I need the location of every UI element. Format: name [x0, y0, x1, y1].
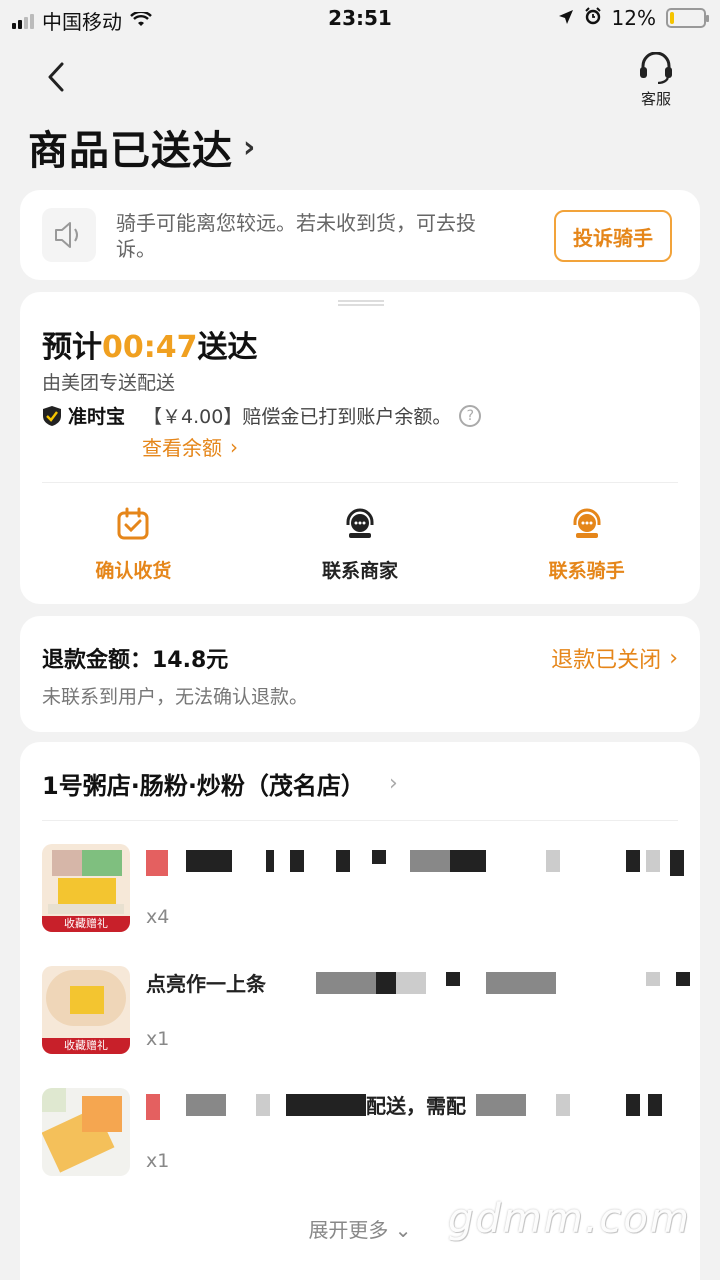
chevron-right-icon: ›	[243, 129, 257, 165]
refund-note: 未联系到用户，无法确认退款。	[42, 686, 309, 708]
item-name-mosaic: 点亮作一上条	[146, 968, 706, 998]
divider	[42, 482, 678, 483]
contact-rider-button[interactable]: 联系骑手	[473, 504, 700, 583]
chevron-right-icon: ›	[230, 434, 238, 459]
item-tag: 收藏赠礼	[42, 1038, 130, 1054]
refund-card: 退款金额：14.8元 退款已关闭 › 未联系到用户，无法确认退款。	[20, 616, 700, 732]
item-tag: 收藏赠礼	[42, 916, 130, 932]
chevron-down-icon: ⌄	[394, 1218, 412, 1242]
item-name-mosaic: 配送，需配	[146, 1090, 706, 1120]
refund-amount: 退款金额：14.8元	[42, 648, 229, 673]
chevron-right-icon: ›	[669, 645, 678, 671]
customer-service-button[interactable]: 客服	[626, 51, 686, 109]
shield-check-icon	[43, 405, 61, 426]
divider	[42, 820, 678, 821]
watermark: gdmm.com	[448, 1196, 691, 1242]
deliver-by-text: 由美团专送配送	[42, 372, 176, 394]
page-title[interactable]: 商品已送达 ›	[28, 118, 256, 176]
shop-name-link[interactable]: 1号粥店·肠粉·炒粉（茂名店） ›	[42, 766, 398, 801]
complain-rider-button[interactable]: 投诉骑手	[554, 210, 672, 262]
customer-service-label: 客服	[640, 90, 671, 108]
order-item[interactable]: 收藏赠礼 点亮作一上条 x1	[42, 966, 700, 1066]
confirm-receipt-label: 确认收货	[95, 560, 172, 582]
view-balance-label: 查看余额	[142, 436, 222, 460]
expand-more-label: 展开更多	[308, 1218, 389, 1242]
location-arrow-icon	[558, 6, 574, 30]
contact-rider-label: 联系骑手	[548, 560, 625, 582]
item-name-mosaic	[146, 846, 706, 876]
question-icon[interactable]: ?	[459, 404, 482, 427]
rider-notice-card: 骑手可能离您较远。若未收到货，可去投诉。 投诉骑手	[20, 190, 700, 280]
status-bar: 中国移动 23:51 12%	[0, 0, 720, 38]
battery-percent: 12%	[611, 6, 656, 30]
compensation-text: 【￥4.00】赔偿金已打到账户余额。	[143, 406, 452, 428]
ontime-label: 准时宝	[68, 406, 126, 428]
order-item[interactable]: 收藏赠礼 x4	[42, 844, 700, 944]
page-title-text: 商品已送达	[28, 128, 233, 174]
headset-icon	[640, 51, 672, 85]
back-button[interactable]	[38, 58, 78, 98]
item-quantity: x1	[146, 1028, 170, 1050]
shop-name: 1号粥店·肠粉·炒粉（茂名店）	[42, 772, 365, 800]
item-quantity: x4	[146, 906, 170, 928]
delivery-card: 预计00:47送达 由美团专送配送 准时宝 【￥4.00】赔偿金已打到账户余额。…	[20, 292, 700, 604]
item-quantity: x1	[146, 1150, 170, 1172]
notice-text: 骑手可能离您较远。若未收到货，可去投诉。	[116, 211, 476, 261]
item-name-partial: 点亮作一上条	[146, 972, 266, 996]
alarm-icon	[584, 6, 602, 30]
eta-prefix: 预计	[42, 330, 102, 365]
eta-time: 00:47	[102, 330, 198, 365]
item-thumbnail: 收藏赠礼	[42, 966, 130, 1054]
refund-status-label: 退款已关闭	[551, 648, 662, 673]
speaker-icon	[42, 208, 96, 262]
item-thumbnail	[42, 1088, 130, 1176]
chevron-right-icon: ›	[388, 771, 398, 796]
item-thumbnail: 收藏赠礼	[42, 844, 130, 932]
contact-rider-icon	[573, 508, 601, 538]
ontime-badge: 准时宝	[42, 402, 125, 429]
eta-line: 预计00:47送达	[42, 322, 258, 366]
contact-merchant-button[interactable]: 联系商家	[247, 504, 474, 583]
refund-status-link[interactable]: 退款已关闭 ›	[551, 642, 678, 674]
confirm-receipt-button[interactable]: 确认收货	[20, 504, 247, 583]
battery-icon	[666, 8, 709, 28]
item-name-partial: 配送，需配	[366, 1094, 466, 1118]
drag-handle[interactable]	[338, 300, 384, 306]
contact-merchant-icon	[346, 508, 374, 538]
eta-suffix: 送达	[197, 330, 258, 365]
action-row: 确认收货 联系商家 联系骑手	[20, 504, 700, 583]
order-item[interactable]: 配送，需配 x1	[42, 1088, 700, 1188]
calendar-check-icon	[117, 507, 149, 540]
chevron-left-icon	[48, 62, 64, 92]
view-balance-link[interactable]: 查看余额 ›	[142, 432, 238, 461]
contact-merchant-label: 联系商家	[322, 560, 399, 582]
ontime-row: 准时宝 【￥4.00】赔偿金已打到账户余额。 ?	[42, 402, 482, 429]
status-right: 12%	[558, 6, 709, 30]
